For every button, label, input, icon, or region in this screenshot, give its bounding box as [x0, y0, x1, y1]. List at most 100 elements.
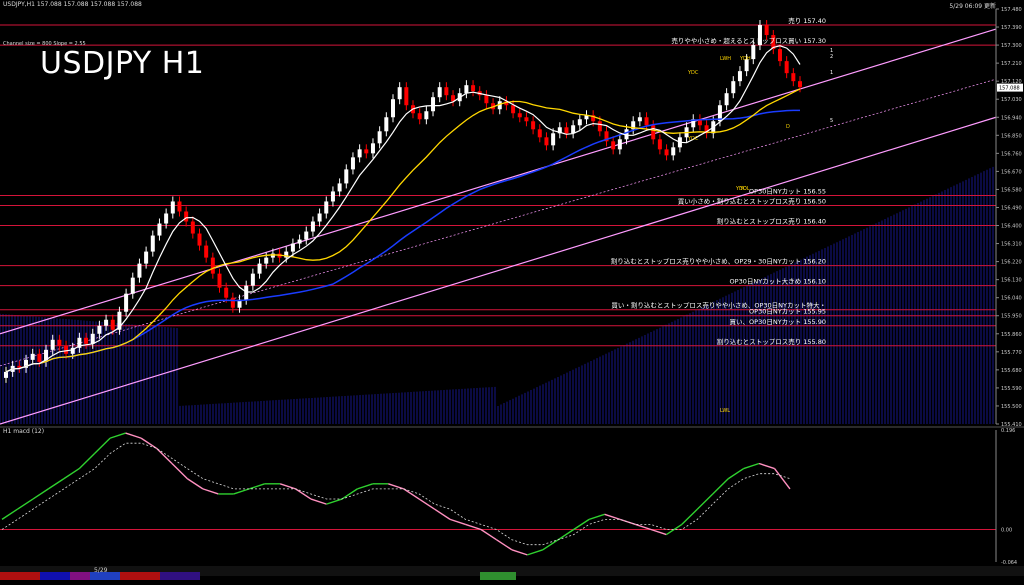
- candle-body: [170, 201, 175, 214]
- price-tick-label: 156.580: [1001, 187, 1022, 193]
- candle-body: [110, 319, 115, 330]
- price-tick-label: 156.850: [1001, 133, 1022, 139]
- price-tick-label: 157.480: [1001, 7, 1022, 13]
- candle-body: [344, 169, 349, 184]
- candle-body: [204, 245, 209, 258]
- price-tick-label: 157.390: [1001, 25, 1022, 31]
- candle-body: [210, 257, 215, 274]
- candle-body: [97, 325, 102, 334]
- candle-body: [4, 371, 8, 378]
- candle-body: [370, 143, 375, 154]
- candle-body: [417, 113, 422, 120]
- candle-body: [357, 149, 362, 158]
- candle-body: [791, 73, 796, 82]
- candle-body: [577, 119, 582, 126]
- chart-header-info: USDJPY,H1 157.088 157.088 157.088 157.08…: [3, 1, 142, 8]
- candle-body: [424, 111, 429, 120]
- price-tick-label: 155.770: [1001, 350, 1022, 356]
- candle-body: [57, 339, 62, 346]
- candle-body: [244, 285, 249, 300]
- timeframe-tabs: [0, 572, 516, 580]
- candle-body: [30, 353, 35, 360]
- marker-label: YDL: [739, 186, 750, 192]
- candle-body: [217, 273, 222, 288]
- candle-body: [751, 45, 756, 60]
- level-label: 買い小さめ・割り込むとストップロス売り 156.50: [678, 196, 826, 205]
- candle-body: [551, 133, 556, 146]
- marker-label: YDC: [687, 70, 699, 76]
- price-tick-label: 156.310: [1001, 242, 1022, 248]
- candle-body: [184, 211, 189, 222]
- price-tick-label: 155.680: [1001, 368, 1022, 374]
- candle-body: [517, 113, 522, 118]
- candle-body: [464, 85, 469, 94]
- candle-body: [84, 337, 89, 344]
- candle-body: [384, 117, 389, 132]
- marker-label: LWL: [720, 408, 730, 414]
- level-label: OP30日NYカット 155.95: [749, 308, 826, 316]
- candle-body: [144, 251, 149, 264]
- price-tick-label: 156.670: [1001, 169, 1022, 175]
- price-tick-label: 155.590: [1001, 386, 1022, 392]
- price-tick-label: 157.030: [1001, 97, 1022, 103]
- candle-body: [197, 233, 202, 246]
- candle-body: [484, 95, 489, 104]
- candle-body: [310, 221, 315, 232]
- price-tick-label: 155.950: [1001, 314, 1022, 320]
- candle-body: [731, 81, 736, 94]
- candle-body: [444, 87, 449, 96]
- marker-label: LWH: [720, 56, 731, 62]
- level-label: OP30日NYカット 156.55: [749, 187, 826, 195]
- candle-body: [177, 201, 182, 212]
- candle-body: [297, 239, 302, 244]
- level-label: OP30日NYカット大きめ 156.10: [730, 277, 826, 286]
- candle-body: [364, 149, 369, 154]
- candle-body: [290, 243, 295, 252]
- price-tick-label: 156.220: [1001, 260, 1022, 266]
- candle-body: [324, 201, 329, 214]
- candle-body: [637, 117, 642, 122]
- candle-body: [671, 147, 676, 156]
- marker-label: 1: [830, 70, 833, 76]
- candle-body: [264, 257, 269, 264]
- price-tick-label: 157.210: [1001, 61, 1022, 67]
- candle-body: [524, 117, 529, 122]
- candle-body: [784, 61, 789, 74]
- price-tick-label: 155.500: [1001, 404, 1022, 410]
- marker-label: D: [786, 124, 790, 130]
- price-tick-label: 156.940: [1001, 115, 1022, 121]
- candle-body: [471, 85, 476, 92]
- level-label: 割り込むとストップロス売り 156.40: [717, 217, 826, 226]
- price-tick-label: 156.400: [1001, 224, 1022, 230]
- candle-body: [611, 141, 616, 150]
- marker-label: YDH: [739, 56, 751, 62]
- candle-body: [250, 273, 255, 286]
- candle-body: [544, 137, 549, 146]
- price-tick-label: 156.040: [1001, 296, 1022, 302]
- candle-body: [157, 223, 162, 236]
- candle-body: [777, 49, 782, 62]
- macd-tick-label: 0.00: [1001, 528, 1012, 534]
- candle-body: [724, 93, 729, 106]
- candle-body: [511, 105, 516, 114]
- candle-body: [664, 149, 669, 156]
- candle-body: [564, 127, 569, 134]
- candle-body: [350, 157, 355, 170]
- level-label: 割り込むとストップロス売りやや小さめ、OP29・30日NYカット 156.20: [611, 257, 826, 266]
- candle-body: [64, 345, 69, 354]
- candle-body: [657, 139, 662, 150]
- candle-body: [404, 87, 409, 106]
- candle-body: [164, 213, 169, 224]
- candle-body: [377, 131, 382, 144]
- candle-body: [571, 125, 576, 134]
- candle-body: [304, 231, 309, 240]
- level-label: 売りやや小さめ・超えるとストップロス買い 157.30: [671, 36, 826, 45]
- price-tick-label: 156.760: [1001, 151, 1022, 157]
- candle-body: [37, 353, 42, 362]
- candle-body: [124, 293, 129, 312]
- candle-body: [150, 235, 155, 252]
- footer-date: 5/29: [94, 567, 108, 574]
- candle-body: [137, 263, 142, 278]
- timeframe-bar[interactable]: [0, 566, 1024, 580]
- candle-body: [737, 71, 742, 82]
